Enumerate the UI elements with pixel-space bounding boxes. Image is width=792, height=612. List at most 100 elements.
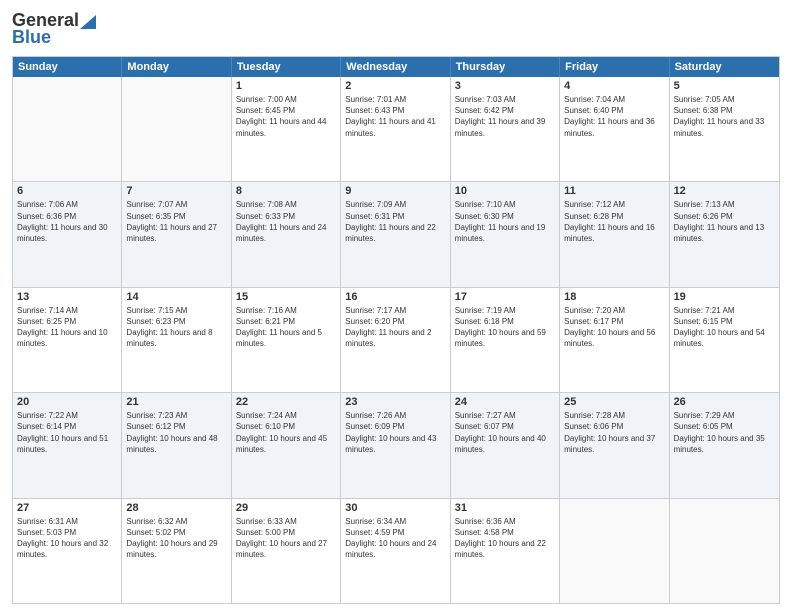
day-number: 10 xyxy=(455,185,555,197)
calendar-row-0: 1 Sunrise: 7:00 AM Sunset: 6:45 PM Daylig… xyxy=(13,77,779,181)
day-info: Sunrise: 7:10 AM Sunset: 6:30 PM Dayligh… xyxy=(455,199,555,244)
day-info: Sunrise: 7:27 AM Sunset: 6:07 PM Dayligh… xyxy=(455,410,555,455)
logo-icon xyxy=(80,13,96,29)
day-cell-25: 25 Sunrise: 7:28 AM Sunset: 6:06 PM Dayli… xyxy=(560,393,669,497)
day-info: Sunrise: 7:15 AM Sunset: 6:23 PM Dayligh… xyxy=(126,305,226,350)
calendar-header: SundayMondayTuesdayWednesdayThursdayFrid… xyxy=(13,57,779,77)
day-cell-23: 23Sunrise: 7:26 AM Sunset: 6:09 PM Dayli… xyxy=(341,393,450,497)
day-number: 31 xyxy=(455,502,555,514)
logo-blue-text: Blue xyxy=(12,27,51,48)
empty-cell-4-6 xyxy=(670,499,779,603)
day-info: Sunrise: 6:36 AM Sunset: 4:58 PM Dayligh… xyxy=(455,516,555,561)
day-cell-1: 1 Sunrise: 7:00 AM Sunset: 6:45 PM Daylig… xyxy=(232,77,341,181)
day-info: Sunrise: 7:23 AM Sunset: 6:12 PM Dayligh… xyxy=(126,410,226,455)
day-number: 22 xyxy=(236,396,336,408)
day-cell-30: 30 Sunrise: 6:34 AM Sunset: 4:59 PM Dayli… xyxy=(341,499,450,603)
day-cell-8: 8Sunrise: 7:08 AM Sunset: 6:33 PM Daylig… xyxy=(232,182,341,286)
day-cell-20: 20 Sunrise: 7:22 AM Sunset: 6:14 PM Dayli… xyxy=(13,393,122,497)
day-number: 24 xyxy=(455,396,555,408)
day-info: Sunrise: 7:09 AM Sunset: 6:31 PM Dayligh… xyxy=(345,199,445,244)
day-number: 25 xyxy=(564,396,664,408)
day-number: 3 xyxy=(455,80,555,92)
day-cell-31: 31 Sunrise: 6:36 AM Sunset: 4:58 PM Dayli… xyxy=(451,499,560,603)
day-cell-19: 19 Sunrise: 7:21 AM Sunset: 6:15 PM Dayli… xyxy=(670,288,779,392)
day-number: 9 xyxy=(345,185,445,197)
day-number: 17 xyxy=(455,291,555,303)
day-number: 14 xyxy=(126,291,226,303)
day-info: Sunrise: 6:31 AM Sunset: 5:03 PM Dayligh… xyxy=(17,516,117,561)
day-number: 20 xyxy=(17,396,117,408)
day-cell-13: 13 Sunrise: 7:14 AM Sunset: 6:25 PM Dayli… xyxy=(13,288,122,392)
day-cell-2: 2Sunrise: 7:01 AM Sunset: 6:43 PM Daylig… xyxy=(341,77,450,181)
day-number: 13 xyxy=(17,291,117,303)
day-cell-14: 14 Sunrise: 7:15 AM Sunset: 6:23 PM Dayli… xyxy=(122,288,231,392)
day-cell-4: 4Sunrise: 7:04 AM Sunset: 6:40 PM Daylig… xyxy=(560,77,669,181)
calendar-body: 1 Sunrise: 7:00 AM Sunset: 6:45 PM Daylig… xyxy=(13,77,779,603)
day-info: Sunrise: 6:34 AM Sunset: 4:59 PM Dayligh… xyxy=(345,516,445,561)
day-cell-15: 15 Sunrise: 7:16 AM Sunset: 6:21 PM Dayli… xyxy=(232,288,341,392)
day-info: Sunrise: 7:04 AM Sunset: 6:40 PM Dayligh… xyxy=(564,94,664,139)
calendar: SundayMondayTuesdayWednesdayThursdayFrid… xyxy=(12,56,780,604)
header-day-wednesday: Wednesday xyxy=(341,57,450,77)
day-cell-29: 29Sunrise: 6:33 AM Sunset: 5:00 PM Dayli… xyxy=(232,499,341,603)
day-number: 15 xyxy=(236,291,336,303)
day-cell-26: 26 Sunrise: 7:29 AM Sunset: 6:05 PM Dayli… xyxy=(670,393,779,497)
day-info: Sunrise: 7:20 AM Sunset: 6:17 PM Dayligh… xyxy=(564,305,664,350)
day-number: 28 xyxy=(126,502,226,514)
day-cell-12: 12 Sunrise: 7:13 AM Sunset: 6:26 PM Dayli… xyxy=(670,182,779,286)
day-info: Sunrise: 7:17 AM Sunset: 6:20 PM Dayligh… xyxy=(345,305,445,350)
day-info: Sunrise: 7:01 AM Sunset: 6:43 PM Dayligh… xyxy=(345,94,445,139)
day-cell-22: 22 Sunrise: 7:24 AM Sunset: 6:10 PM Dayli… xyxy=(232,393,341,497)
day-number: 18 xyxy=(564,291,664,303)
day-info: Sunrise: 7:22 AM Sunset: 6:14 PM Dayligh… xyxy=(17,410,117,455)
header-day-saturday: Saturday xyxy=(670,57,779,77)
day-number: 21 xyxy=(126,396,226,408)
day-info: Sunrise: 6:33 AM Sunset: 5:00 PM Dayligh… xyxy=(236,516,336,561)
day-number: 7 xyxy=(126,185,226,197)
day-info: Sunrise: 7:21 AM Sunset: 6:15 PM Dayligh… xyxy=(674,305,775,350)
day-cell-7: 7 Sunrise: 7:07 AM Sunset: 6:35 PM Daylig… xyxy=(122,182,231,286)
day-info: Sunrise: 7:19 AM Sunset: 6:18 PM Dayligh… xyxy=(455,305,555,350)
calendar-row-4: 27Sunrise: 6:31 AM Sunset: 5:03 PM Dayli… xyxy=(13,498,779,603)
day-info: Sunrise: 7:29 AM Sunset: 6:05 PM Dayligh… xyxy=(674,410,775,455)
calendar-container: General Blue SundayMondayTuesdayWednesda… xyxy=(0,0,792,612)
day-info: Sunrise: 7:16 AM Sunset: 6:21 PM Dayligh… xyxy=(236,305,336,350)
header: General Blue xyxy=(12,10,780,48)
day-number: 16 xyxy=(345,291,445,303)
day-number: 30 xyxy=(345,502,445,514)
header-day-sunday: Sunday xyxy=(13,57,122,77)
day-number: 1 xyxy=(236,80,336,92)
day-number: 5 xyxy=(674,80,775,92)
day-info: Sunrise: 7:28 AM Sunset: 6:06 PM Dayligh… xyxy=(564,410,664,455)
day-info: Sunrise: 6:32 AM Sunset: 5:02 PM Dayligh… xyxy=(126,516,226,561)
day-cell-6: 6 Sunrise: 7:06 AM Sunset: 6:36 PM Daylig… xyxy=(13,182,122,286)
logo: General Blue xyxy=(12,10,96,48)
day-cell-24: 24 Sunrise: 7:27 AM Sunset: 6:07 PM Dayli… xyxy=(451,393,560,497)
day-info: Sunrise: 7:07 AM Sunset: 6:35 PM Dayligh… xyxy=(126,199,226,244)
day-cell-16: 16 Sunrise: 7:17 AM Sunset: 6:20 PM Dayli… xyxy=(341,288,450,392)
day-info: Sunrise: 7:06 AM Sunset: 6:36 PM Dayligh… xyxy=(17,199,117,244)
day-info: Sunrise: 7:13 AM Sunset: 6:26 PM Dayligh… xyxy=(674,199,775,244)
day-cell-18: 18 Sunrise: 7:20 AM Sunset: 6:17 PM Dayli… xyxy=(560,288,669,392)
header-day-thursday: Thursday xyxy=(451,57,560,77)
day-info: Sunrise: 7:12 AM Sunset: 6:28 PM Dayligh… xyxy=(564,199,664,244)
day-info: Sunrise: 7:05 AM Sunset: 6:38 PM Dayligh… xyxy=(674,94,775,139)
empty-cell-4-5 xyxy=(560,499,669,603)
empty-cell-0-1 xyxy=(122,77,231,181)
day-number: 6 xyxy=(17,185,117,197)
day-cell-9: 9 Sunrise: 7:09 AM Sunset: 6:31 PM Daylig… xyxy=(341,182,450,286)
day-number: 8 xyxy=(236,185,336,197)
day-info: Sunrise: 7:14 AM Sunset: 6:25 PM Dayligh… xyxy=(17,305,117,350)
header-day-monday: Monday xyxy=(122,57,231,77)
day-info: Sunrise: 7:03 AM Sunset: 6:42 PM Dayligh… xyxy=(455,94,555,139)
day-number: 23 xyxy=(345,396,445,408)
day-cell-28: 28 Sunrise: 6:32 AM Sunset: 5:02 PM Dayli… xyxy=(122,499,231,603)
day-cell-5: 5 Sunrise: 7:05 AM Sunset: 6:38 PM Daylig… xyxy=(670,77,779,181)
day-info: Sunrise: 7:00 AM Sunset: 6:45 PM Dayligh… xyxy=(236,94,336,139)
day-number: 12 xyxy=(674,185,775,197)
day-info: Sunrise: 7:24 AM Sunset: 6:10 PM Dayligh… xyxy=(236,410,336,455)
day-number: 26 xyxy=(674,396,775,408)
header-day-tuesday: Tuesday xyxy=(232,57,341,77)
calendar-row-2: 13 Sunrise: 7:14 AM Sunset: 6:25 PM Dayli… xyxy=(13,287,779,392)
day-number: 19 xyxy=(674,291,775,303)
